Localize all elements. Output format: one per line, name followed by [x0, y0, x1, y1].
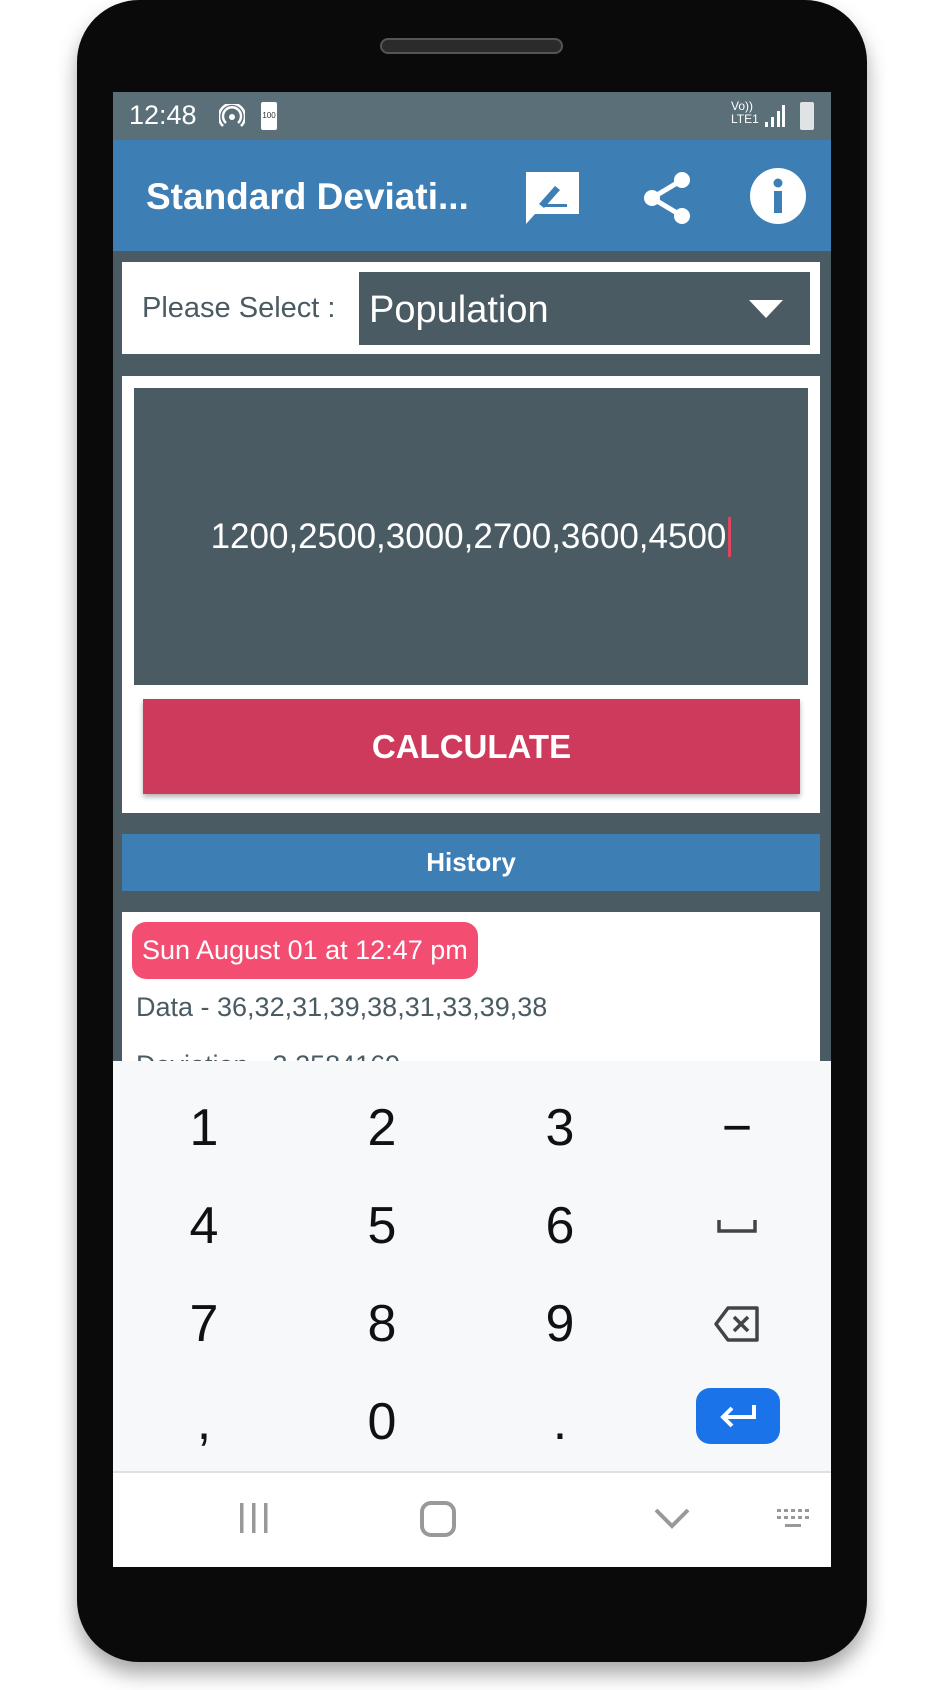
recent-apps-icon[interactable] — [237, 1501, 271, 1535]
history-data: Data - 36,32,31,39,38,31,33,39,38 — [136, 992, 548, 1022]
keyboard-switch-icon[interactable] — [776, 1507, 810, 1529]
key-1[interactable]: 1 — [119, 1080, 289, 1176]
key-minus[interactable]: − — [652, 1080, 822, 1176]
signal-icon — [765, 105, 785, 127]
status-bar: 12:48 100 Vo)) LTE1 — [113, 92, 831, 140]
key-9[interactable]: 9 — [475, 1276, 645, 1372]
battery-badge: 100 — [262, 111, 276, 120]
calculate-button[interactable]: CALCULATE — [143, 699, 800, 794]
phone-speaker — [380, 38, 563, 54]
chevron-down-icon — [749, 300, 783, 318]
numeric-keyboard: 1 2 3 − 4 5 6 7 8 9 , 0 . — [113, 1061, 831, 1471]
key-6[interactable]: 6 — [475, 1178, 645, 1274]
space-icon — [717, 1220, 757, 1233]
key-3[interactable]: 3 — [475, 1080, 645, 1176]
navigation-bar — [113, 1471, 831, 1567]
share-icon[interactable] — [640, 170, 696, 226]
battery-icon — [800, 102, 814, 130]
screen: 12:48 100 Vo)) LTE1 Standard Deviati... … — [113, 92, 831, 1567]
feedback-edit-icon[interactable] — [523, 170, 581, 226]
history-header: History — [122, 834, 820, 891]
key-0[interactable]: 0 — [297, 1374, 467, 1470]
data-input-value: 1200,2500,3000,2700,3600,4500 — [210, 516, 727, 556]
enter-icon — [720, 1405, 756, 1428]
key-backspace[interactable] — [652, 1276, 822, 1372]
key-2[interactable]: 2 — [297, 1080, 467, 1176]
history-timestamp-badge: Sun August 01 at 12:47 pm — [132, 922, 478, 979]
data-input[interactable]: 1200,2500,3000,2700,3600,4500 — [134, 388, 808, 685]
status-time: 12:48 — [129, 100, 197, 130]
home-icon[interactable] — [419, 1500, 457, 1538]
type-dropdown[interactable]: Population — [359, 272, 810, 345]
app-bar: Standard Deviati... — [113, 140, 831, 251]
key-7[interactable]: 7 — [119, 1276, 289, 1372]
key-8[interactable]: 8 — [297, 1276, 467, 1372]
key-5[interactable]: 5 — [297, 1178, 467, 1274]
hide-keyboard-icon[interactable] — [653, 1507, 691, 1529]
key-enter[interactable] — [696, 1388, 780, 1444]
key-comma[interactable]: , — [119, 1374, 289, 1470]
select-card: Please Select : Population — [122, 262, 820, 354]
backspace-icon — [714, 1306, 759, 1342]
key-space[interactable] — [652, 1178, 822, 1274]
key-4[interactable]: 4 — [119, 1178, 289, 1274]
dropdown-value: Population — [369, 289, 549, 331]
text-cursor — [728, 516, 732, 557]
select-label: Please Select : — [142, 292, 336, 324]
key-period[interactable]: . — [475, 1374, 645, 1470]
hotspot-icon — [219, 104, 245, 127]
network-label: Vo)) LTE1 — [731, 99, 759, 126]
input-card: 1200,2500,3000,2700,3600,4500 CALCULATE — [122, 376, 820, 813]
battery-saver-icon: 100 — [261, 102, 277, 130]
info-icon[interactable] — [749, 167, 807, 225]
app-title: Standard Deviati... — [146, 176, 469, 217]
